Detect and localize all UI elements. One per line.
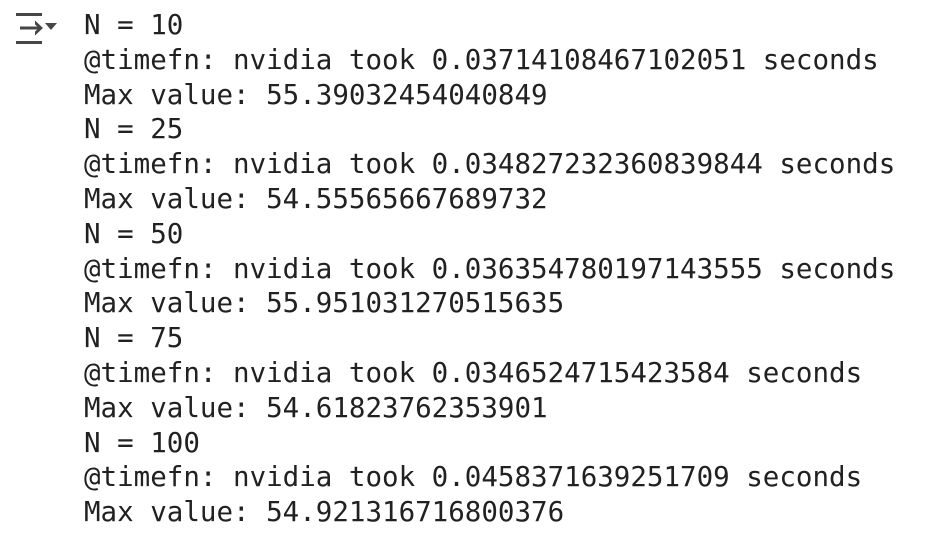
output-line: @timefn: nvidia took 0.03635478019714355… xyxy=(84,252,896,285)
output-text: N = 10 @timefn: nvidia took 0.03714108467… xyxy=(84,8,895,530)
output-line: @timefn: nvidia took 0.03482723236083984… xyxy=(84,148,896,181)
output-line: Max value: 55.39032454040849 xyxy=(84,78,548,111)
output-line: N = 50 xyxy=(84,217,184,250)
output-line: Max value: 54.921316716800376 xyxy=(84,496,565,529)
output-line: Max value: 54.55565667689732 xyxy=(84,182,548,215)
output-collapse-icon xyxy=(16,13,57,44)
output-line: N = 10 xyxy=(84,9,184,41)
output-line: Max value: 54.61823762353901 xyxy=(84,391,548,424)
cell-output-area: N = 10 @timefn: nvidia took 0.03714108467… xyxy=(0,0,948,550)
output-toggle-button[interactable] xyxy=(14,12,62,52)
output-line: @timefn: nvidia took 0.0458371639251709 … xyxy=(84,461,863,494)
output-line: N = 25 xyxy=(84,113,184,146)
output-line: @timefn: nvidia took 0.0346524715423584 … xyxy=(84,356,863,389)
output-line: Max value: 55.951031270515635 xyxy=(84,287,565,320)
output-line: @timefn: nvidia took 0.03714108467102051… xyxy=(84,43,879,76)
output-line: N = 100 xyxy=(84,426,200,459)
output-line: N = 75 xyxy=(84,322,184,355)
